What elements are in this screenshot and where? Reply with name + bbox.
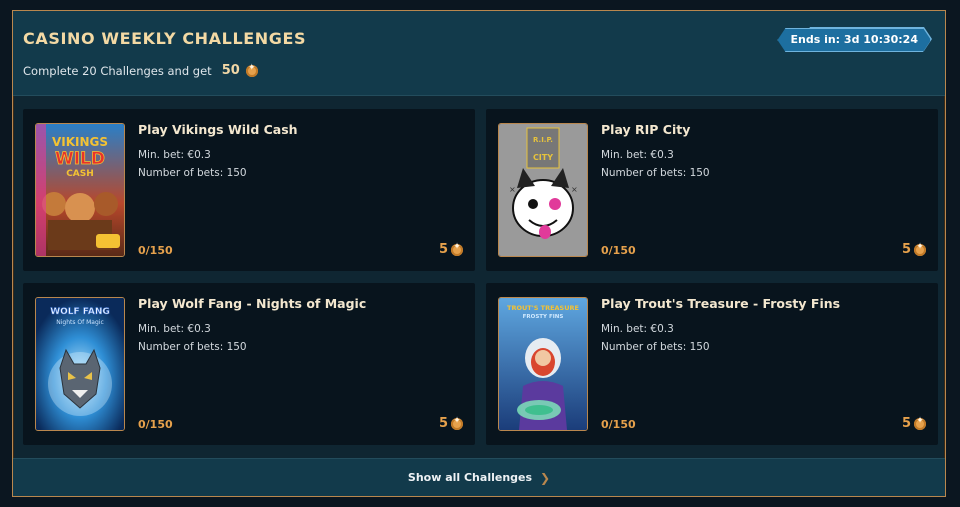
min-bet: Min. bet: €0.3 — [601, 149, 674, 161]
vikings-wild-cash-art: VIKINGS WILD CASH — [36, 124, 124, 256]
min-bet: Min. bet: €0.3 — [601, 323, 674, 335]
min-bet: Min. bet: €0.3 — [138, 149, 211, 161]
panel-header: CASINO WEEKLY CHALLENGES Complete 20 Cha… — [13, 11, 945, 96]
challenge-title: Play Wolf Fang - Nights of Magic — [138, 296, 367, 311]
chevron-right-icon: ❯ — [540, 470, 551, 485]
svg-text:CASH: CASH — [66, 169, 94, 179]
challenge-grid: VIKINGS WILD CASH Play Vikings Wild Cash… — [23, 109, 938, 445]
countdown-badge: Ends in: 3d 10:30:24 — [777, 28, 931, 52]
progress-count: 0/150 — [601, 244, 636, 257]
svg-text:WOLF FANG: WOLF FANG — [50, 307, 110, 317]
total-reward-amount: 50 — [221, 63, 240, 78]
page-title: CASINO WEEKLY CHALLENGES — [23, 29, 307, 48]
challenge-card[interactable]: R.I.P. CITY × × Play RIP City Min. bet: … — [486, 109, 938, 271]
svg-text:TROUT'S TREASURE: TROUT'S TREASURE — [507, 304, 579, 312]
coin-icon — [914, 242, 926, 256]
challenge-reward: 5 — [439, 242, 463, 257]
show-all-challenges-button[interactable]: Show all Challenges ❯ — [408, 471, 550, 485]
number-of-bets: Number of bets: 150 — [601, 341, 710, 353]
coin-icon — [245, 63, 258, 77]
progress-count: 0/150 — [601, 418, 636, 431]
svg-text:WILD: WILD — [55, 149, 105, 169]
wolf-fang-art: WOLF FANG Nights Of Magic — [36, 298, 124, 430]
challenges-panel: CASINO WEEKLY CHALLENGES Complete 20 Cha… — [12, 10, 946, 497]
number-of-bets: Number of bets: 150 — [601, 167, 710, 179]
number-of-bets: Number of bets: 150 — [138, 341, 247, 353]
challenge-title: Play Vikings Wild Cash — [138, 122, 298, 137]
reward-amount: 5 — [438, 242, 448, 257]
min-bet: Min. bet: €0.3 — [138, 323, 211, 335]
reward-amount: 5 — [438, 416, 448, 431]
game-thumbnail-vikings[interactable]: VIKINGS WILD CASH — [35, 123, 125, 257]
challenge-title: Play RIP City — [601, 122, 691, 137]
game-thumbnail-trouts-treasure[interactable]: TROUT'S TREASURE FROSTY FINS — [498, 297, 588, 431]
svg-text:×: × — [509, 185, 516, 194]
challenge-reward: 5 — [902, 416, 926, 431]
game-thumbnail-wolf-fang[interactable]: WOLF FANG Nights Of Magic — [35, 297, 125, 431]
coin-icon — [914, 416, 926, 430]
coin-icon — [451, 416, 463, 430]
challenge-card[interactable]: WOLF FANG Nights Of Magic Play Wolf Fang… — [23, 283, 475, 445]
svg-text:VIKINGS: VIKINGS — [52, 135, 108, 149]
show-all-label: Show all Challenges — [407, 471, 533, 484]
svg-text:R.I.P.: R.I.P. — [533, 136, 553, 144]
reward-amount: 5 — [901, 416, 911, 431]
progress-count: 0/150 — [138, 244, 173, 257]
trouts-treasure-art: TROUT'S TREASURE FROSTY FINS — [499, 298, 587, 430]
progress-count: 0/150 — [138, 418, 173, 431]
reward-amount: 5 — [901, 242, 911, 257]
subtitle-text: Complete 20 Challenges and get — [23, 63, 212, 78]
svg-text:Nights Of Magic: Nights Of Magic — [56, 319, 104, 326]
challenge-reward: 5 — [902, 242, 926, 257]
svg-text:CITY: CITY — [533, 153, 553, 162]
subtitle: Complete 20 Challenges and get 50 — [23, 63, 258, 78]
coin-icon — [451, 242, 463, 256]
challenge-card[interactable]: VIKINGS WILD CASH Play Vikings Wild Cash… — [23, 109, 475, 271]
panel-footer: Show all Challenges ❯ — [13, 458, 945, 496]
rip-city-art: R.I.P. CITY × × — [499, 124, 587, 256]
game-thumbnail-rip-city[interactable]: R.I.P. CITY × × — [498, 123, 588, 257]
challenge-card[interactable]: TROUT'S TREASURE FROSTY FINS Play Trout'… — [486, 283, 938, 445]
number-of-bets: Number of bets: 150 — [138, 167, 247, 179]
svg-text:×: × — [571, 185, 578, 194]
svg-text:FROSTY FINS: FROSTY FINS — [523, 314, 564, 320]
challenge-reward: 5 — [439, 416, 463, 431]
challenge-title: Play Trout's Treasure - Frosty Fins — [601, 296, 841, 311]
